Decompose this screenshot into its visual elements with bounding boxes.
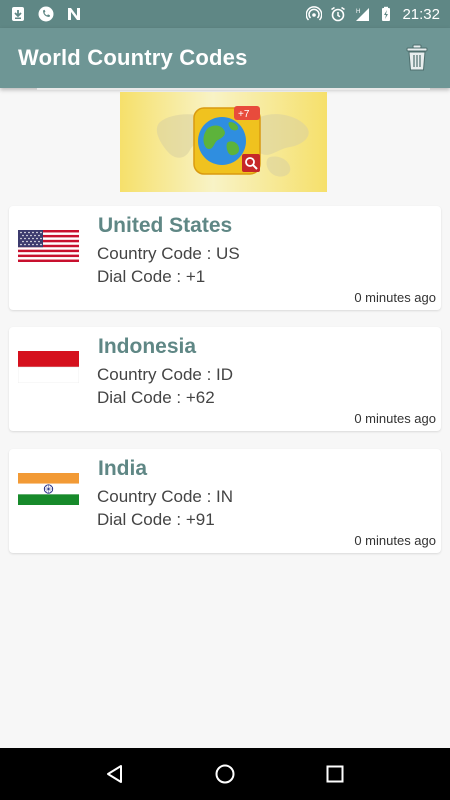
phone-icon (38, 6, 54, 22)
timestamp: 0 minutes ago (354, 290, 436, 305)
signal-icon: H (354, 6, 370, 22)
home-button[interactable] (205, 754, 245, 794)
app-banner[interactable]: +7 (120, 92, 327, 192)
recents-icon (326, 765, 344, 783)
n-icon (66, 6, 82, 22)
timestamp: 0 minutes ago (354, 533, 436, 548)
country-name: India (98, 457, 148, 480)
status-time: 21:32 (402, 5, 440, 23)
country-code-text: Country Code : ID (97, 365, 234, 384)
dial-code-text: Dial Code : +62 (97, 388, 215, 407)
dial-code-text: Dial Code : +1 (97, 267, 206, 286)
app-bar: World Country Codes (0, 28, 450, 88)
system-nav-bar (0, 748, 450, 800)
home-icon (215, 764, 235, 784)
hotspot-icon (306, 6, 323, 22)
back-button[interactable] (95, 754, 135, 794)
country-card-indonesia[interactable]: Indonesia Country Code : ID Dial Code : … (9, 327, 441, 431)
recents-button[interactable] (315, 754, 355, 794)
country-card-india[interactable]: India Country Code : IN Dial Code : +91 … (9, 449, 441, 553)
download-icon (10, 6, 26, 22)
id-flag-icon (18, 351, 79, 383)
back-icon (107, 765, 122, 783)
status-bar: H 21:32 (0, 0, 450, 28)
delete-history-button[interactable] (402, 43, 432, 73)
timestamp: 0 minutes ago (354, 411, 436, 426)
battery-icon (378, 6, 394, 22)
banner-divider (37, 88, 430, 90)
country-name: United States (98, 214, 233, 237)
country-code-text: Country Code : IN (97, 487, 234, 506)
country-card-united-states[interactable]: United States Country Code : US Dial Cod… (9, 206, 441, 310)
country-code-text: Country Code : US (97, 244, 240, 263)
in-flag-icon (18, 473, 79, 505)
alarm-icon (330, 6, 346, 22)
banner-badge-text: +7 (238, 109, 250, 120)
trash-icon (406, 44, 428, 71)
dial-code-text: Dial Code : +91 (97, 510, 215, 529)
us-flag-icon (18, 230, 79, 262)
country-name: Indonesia (98, 335, 197, 358)
world-map-graphic: +7 (156, 106, 309, 177)
app-title: World Country Codes (18, 45, 248, 70)
svg-text:H: H (356, 9, 360, 15)
